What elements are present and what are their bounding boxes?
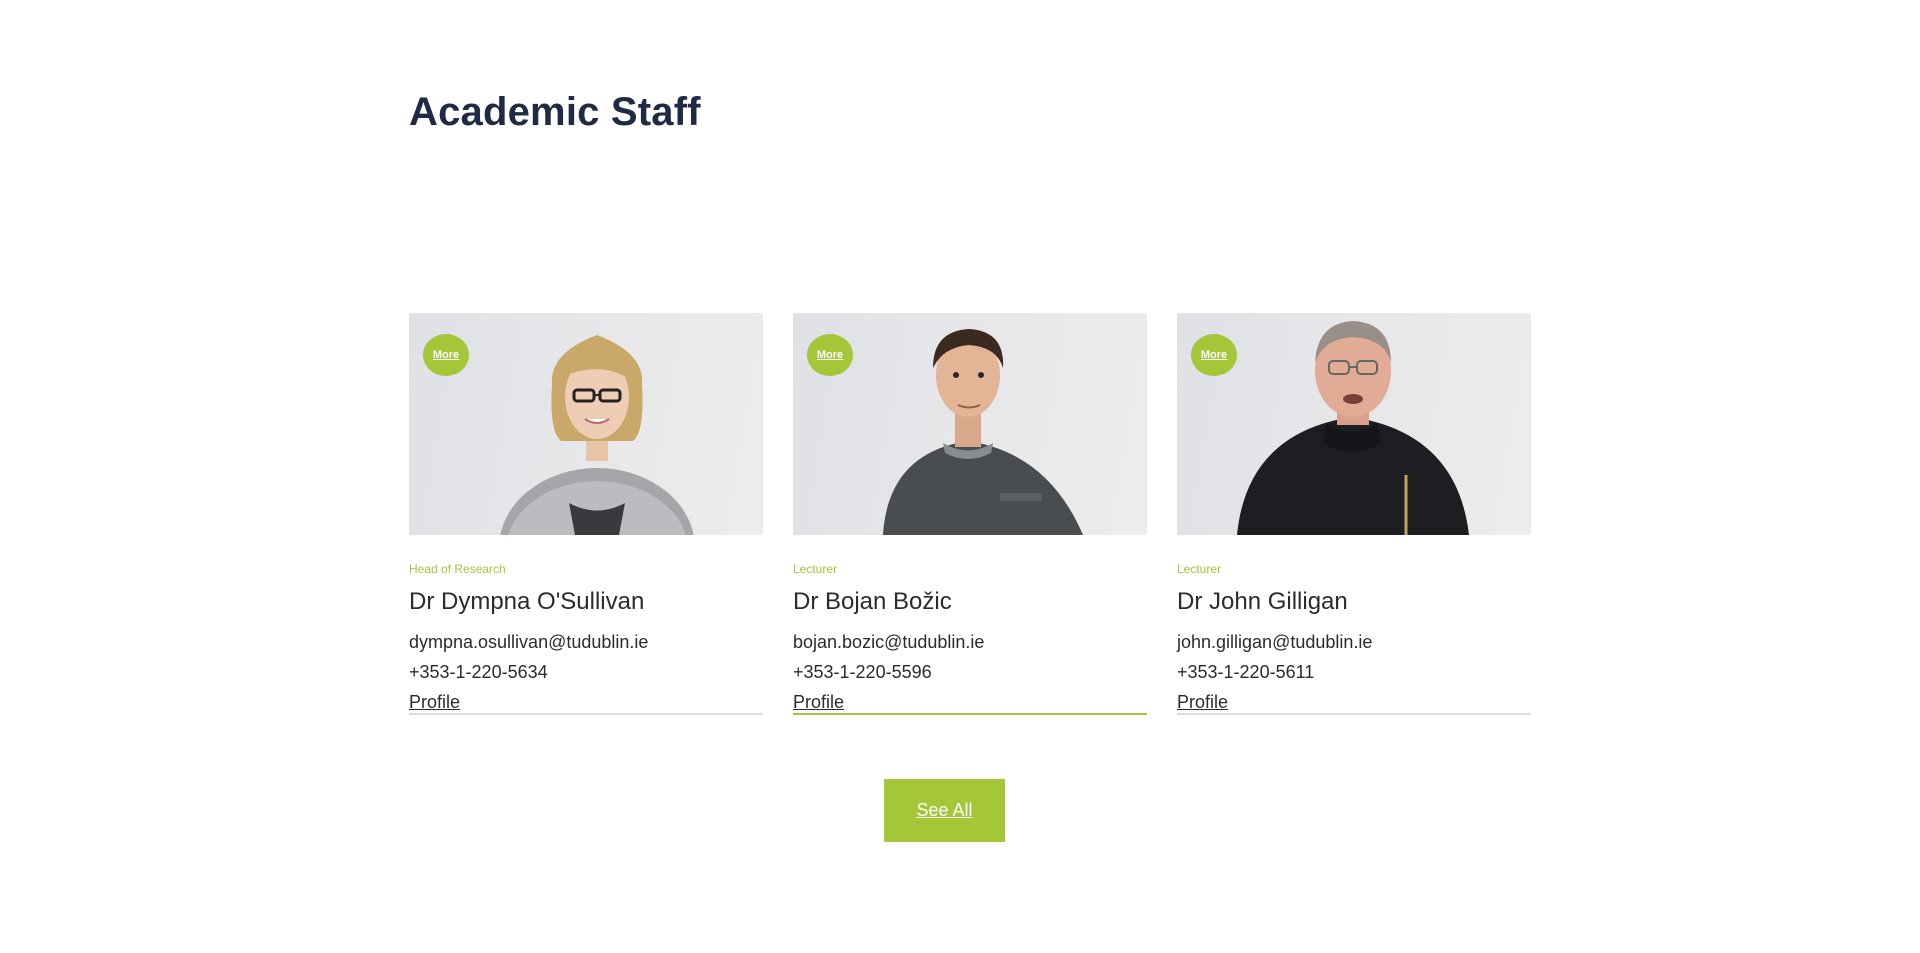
staff-card: More Lecturer Dr John Gilligan john.gill… xyxy=(1177,313,1531,715)
staff-list: More Head of Research Dr Dympna O'Sulliv… xyxy=(409,313,1531,715)
staff-phone[interactable]: +353-1-220-5611 xyxy=(1177,662,1531,683)
staff-email[interactable]: dympna.osullivan@tudublin.ie xyxy=(409,632,763,653)
staff-name: Dr John Gilligan xyxy=(1177,588,1348,615)
page-title: Academic Staff xyxy=(409,90,701,134)
profile-row: Profile xyxy=(409,692,763,715)
profile-row: Profile xyxy=(1177,692,1531,715)
staff-photo[interactable]: More xyxy=(409,313,763,535)
staff-role: Lecturer xyxy=(793,562,838,576)
staff-role: Head of Research xyxy=(409,562,506,576)
page: Academic Staff More Head of Research Dr … xyxy=(0,0,1920,953)
staff-photo[interactable]: More xyxy=(1177,313,1531,535)
staff-card: More Head of Research Dr Dympna O'Sulliv… xyxy=(409,313,763,715)
staff-phone[interactable]: +353-1-220-5634 xyxy=(409,662,763,683)
staff-card: More Lecturer Dr Bojan Božic bojan.bozic… xyxy=(793,313,1147,715)
staff-email[interactable]: john.gilligan@tudublin.ie xyxy=(1177,632,1531,653)
staff-name: Dr Dympna O'Sullivan xyxy=(409,588,645,615)
staff-role: Lecturer xyxy=(1177,562,1222,576)
more-button[interactable]: More xyxy=(807,334,853,376)
profile-link[interactable]: Profile xyxy=(1177,692,1228,712)
profile-row: Profile xyxy=(793,692,1147,715)
profile-link[interactable]: Profile xyxy=(409,692,460,712)
staff-photo[interactable]: More xyxy=(793,313,1147,535)
staff-name: Dr Bojan Božic xyxy=(793,588,952,615)
staff-phone[interactable]: +353-1-220-5596 xyxy=(793,662,1147,683)
staff-email[interactable]: bojan.bozic@tudublin.ie xyxy=(793,632,1147,653)
profile-link[interactable]: Profile xyxy=(793,692,844,712)
more-button[interactable]: More xyxy=(423,334,469,376)
more-button[interactable]: More xyxy=(1191,334,1237,376)
see-all-button[interactable]: See All xyxy=(884,779,1005,842)
